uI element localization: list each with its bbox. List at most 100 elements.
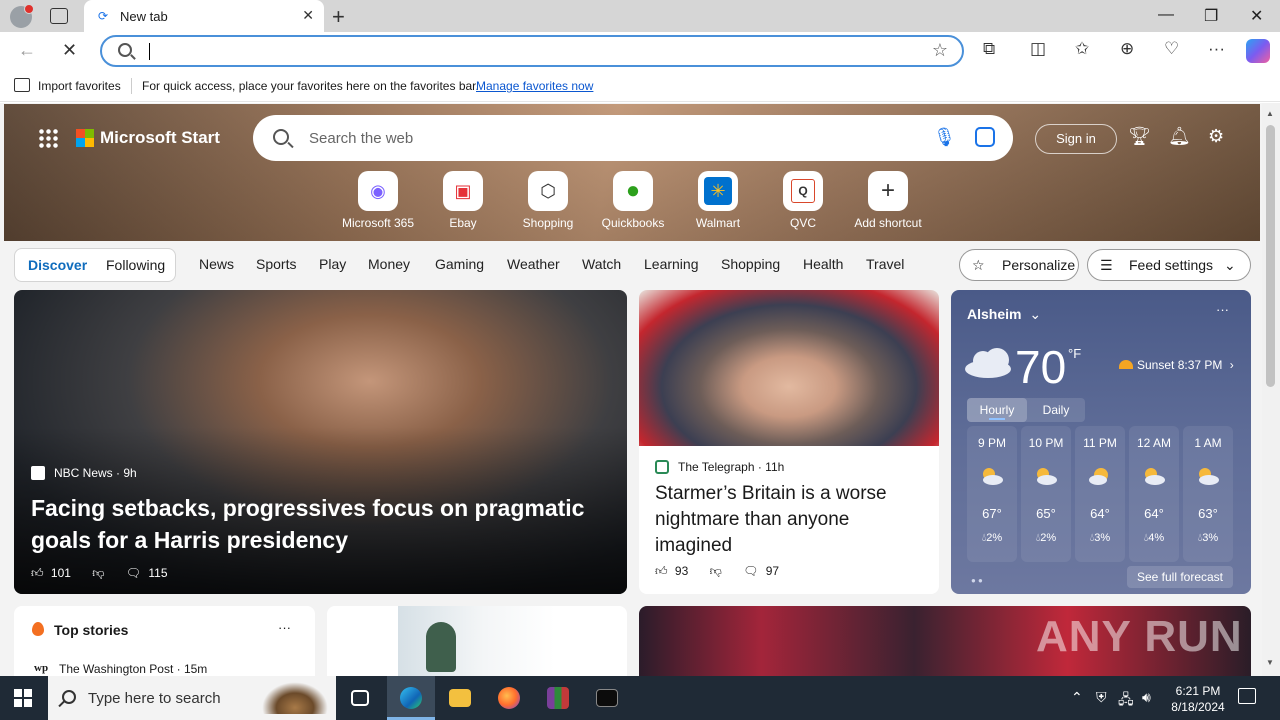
page-scrollbar[interactable]: ▲ ▼ — [1262, 103, 1280, 676]
carousel-dots[interactable]: ● ● — [971, 576, 983, 585]
more-options-icon[interactable]: ··· — [1216, 302, 1229, 317]
see-full-forecast-button[interactable]: See full forecast — [1127, 566, 1233, 588]
chevron-right-icon[interactable]: › — [1230, 358, 1234, 372]
stop-loading-button[interactable]: ✕ — [62, 40, 77, 61]
more-options-icon[interactable]: ··· — [278, 620, 291, 635]
shortcut-quickbooks[interactable]: ● Quickbooks — [593, 171, 673, 230]
shortcut-qvc[interactable]: Q QVC — [763, 171, 843, 230]
hourly-forecast-item[interactable]: 10 PM 65° 💧︎2% — [1021, 426, 1071, 562]
sponsored-card[interactable] — [327, 606, 627, 676]
thumbs-down-icon[interactable]: 👎︎ — [710, 564, 722, 578]
weather-location[interactable]: Alsheim ⌄ — [967, 306, 1041, 323]
extensions-icon[interactable]: ⧉ — [983, 39, 995, 59]
new-tab-button[interactable]: + — [332, 4, 345, 30]
main-story-card[interactable]: NBC News · 9h Facing setbacks, progressi… — [14, 290, 627, 594]
scroll-down-arrow-icon[interactable]: ▼ — [1266, 658, 1274, 667]
close-window-button[interactable]: ✕ — [1250, 6, 1263, 26]
taskbar-edge[interactable] — [387, 676, 435, 720]
scroll-thumb[interactable] — [1266, 125, 1275, 387]
shortcut-add[interactable]: + Add shortcut — [848, 171, 928, 230]
browser-essentials-icon[interactable]: ♡ — [1164, 39, 1179, 59]
tab-hourly[interactable]: Hourly — [967, 398, 1027, 422]
taskbar-terminal[interactable] — [583, 676, 631, 720]
temperature-unit[interactable]: °F — [1068, 346, 1081, 361]
thumbs-up-icon[interactable]: 👍︎ — [655, 564, 668, 578]
app-launcher-icon[interactable] — [38, 128, 58, 148]
show-hidden-icons-chevron[interactable]: ⌃ — [1071, 689, 1083, 706]
import-favorites-button[interactable]: Import favorites — [38, 79, 121, 93]
notification-center-icon[interactable] — [1238, 688, 1256, 704]
nav-news[interactable]: News — [199, 256, 234, 272]
settings-gear-icon[interactable]: ⚙ — [1208, 126, 1224, 147]
story-image[interactable] — [639, 290, 939, 446]
brand-title[interactable]: Microsoft Start — [100, 128, 220, 148]
comment-icon[interactable]: 🗨 — [743, 564, 758, 578]
security-icon[interactable]: ⛨ — [1096, 689, 1107, 706]
notifications-bell-icon[interactable]: 🔔︎ — [1168, 126, 1191, 147]
tab-following[interactable]: Following — [106, 257, 165, 273]
network-icon[interactable]: 🖧 — [1118, 689, 1134, 713]
thumbs-down-icon[interactable]: 👎︎ — [92, 566, 104, 580]
shortcut-ebay[interactable]: ▣ Ebay — [423, 171, 503, 230]
shortcut-shopping[interactable]: ⬡ Shopping — [508, 171, 588, 230]
story-title[interactable]: Facing setbacks, progressives focus on p… — [31, 492, 611, 556]
manage-favorites-link[interactable]: Manage favorites now — [476, 79, 593, 93]
nav-weather[interactable]: Weather — [507, 256, 560, 272]
visual-search-icon[interactable] — [975, 127, 995, 147]
shortcut-walmart[interactable]: ✳ Walmart — [678, 171, 758, 230]
restore-button[interactable]: ❐ — [1204, 6, 1218, 26]
feed-settings-button[interactable]: ☰ Feed settings ⌄ — [1087, 249, 1251, 281]
shortcut-microsoft365[interactable]: ◉ Microsoft 365 — [338, 171, 418, 230]
copilot-icon[interactable] — [1246, 39, 1270, 63]
hourly-forecast-item[interactable]: 11 PM 64° 💧︎3% — [1075, 426, 1125, 562]
nav-sports[interactable]: Sports — [256, 256, 296, 272]
nav-play[interactable]: Play — [319, 256, 346, 272]
volume-icon[interactable]: 🔊︎ — [1142, 689, 1151, 706]
more-menu-icon[interactable]: ··· — [1208, 39, 1225, 59]
nav-shopping[interactable]: Shopping — [721, 256, 780, 272]
profile-avatar-icon[interactable] — [10, 4, 34, 28]
split-screen-icon[interactable]: ◫ — [1030, 39, 1046, 59]
back-button[interactable]: ← — [18, 40, 36, 61]
nav-learning[interactable]: Learning — [644, 256, 699, 272]
scroll-up-arrow-icon[interactable]: ▲ — [1266, 109, 1274, 118]
taskbar-file-explorer[interactable] — [436, 676, 484, 720]
system-clock[interactable]: 6:21 PM 8/18/2024 — [1168, 683, 1228, 715]
rewards-icon[interactable]: 🏆︎ — [1128, 126, 1151, 147]
nav-health[interactable]: Health — [803, 256, 843, 272]
close-tab-icon[interactable]: ✕ — [302, 7, 314, 24]
taskbar-winrar[interactable] — [534, 676, 582, 720]
import-favorites-icon[interactable] — [14, 78, 30, 92]
secondary-story-card[interactable]: The Telegraph · 11h Starmer’s Britain is… — [639, 290, 939, 594]
address-bar[interactable]: ☆ — [100, 35, 964, 67]
hourly-forecast-item[interactable]: 12 AM 64° 💧︎4% — [1129, 426, 1179, 562]
favorite-star-icon[interactable]: ☆ — [932, 40, 948, 61]
tab-discover[interactable]: Discover — [28, 257, 87, 273]
web-search-box[interactable]: Search the web 🎙 — [253, 115, 1013, 161]
tab-actions-icon[interactable] — [50, 8, 68, 24]
comment-icon[interactable]: 🗨 — [126, 566, 141, 580]
task-view-button[interactable] — [336, 676, 384, 720]
thumbs-up-icon[interactable]: 👍︎ — [31, 566, 44, 580]
taskbar-firefox[interactable] — [485, 676, 533, 720]
personalize-button[interactable]: ☆ Personalize — [959, 249, 1079, 281]
sponsored-image[interactable] — [398, 606, 555, 676]
taskbar-search-box[interactable]: Type here to search — [48, 676, 336, 720]
nav-watch[interactable]: Watch — [582, 256, 621, 272]
hourly-forecast-item[interactable]: 9 PM 67° 💧︎2% — [967, 426, 1017, 562]
story-title[interactable]: Starmer’s Britain is a worse nightmare t… — [655, 481, 925, 559]
minimize-button[interactable]: — — [1158, 6, 1174, 24]
top-stories-title[interactable]: Top stories — [54, 622, 128, 638]
hourly-forecast-item[interactable]: 1 AM 63° 💧︎3% — [1183, 426, 1233, 562]
tab-new-tab[interactable]: ⟳ New tab ✕ — [84, 0, 324, 32]
favorites-icon[interactable]: ✩ — [1075, 39, 1089, 59]
windows-start-icon[interactable] — [14, 689, 32, 707]
nav-money[interactable]: Money — [368, 256, 410, 272]
microphone-icon[interactable]: 🎙 — [933, 127, 956, 148]
sign-in-button[interactable]: Sign in — [1035, 124, 1117, 154]
weather-card[interactable]: Alsheim ⌄ ··· 70 °F Sunset 8:37 PM › Hou… — [951, 290, 1251, 594]
nav-gaming[interactable]: Gaming — [435, 256, 484, 272]
nav-travel[interactable]: Travel — [866, 256, 904, 272]
collections-icon[interactable]: ⊕ — [1120, 39, 1134, 59]
tab-daily[interactable]: Daily — [1027, 398, 1085, 422]
